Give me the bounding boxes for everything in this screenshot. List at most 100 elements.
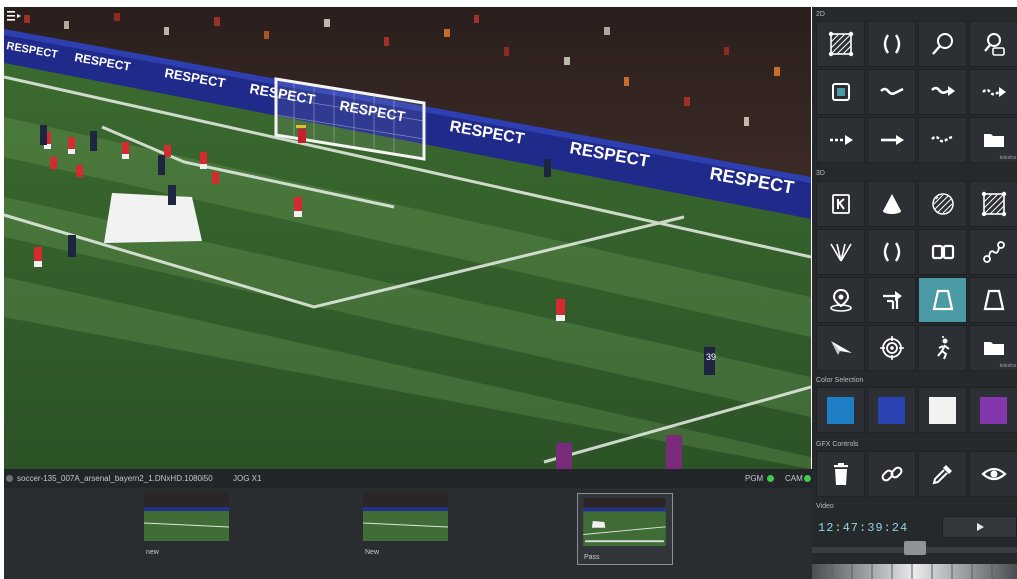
color-swatch-fill [929,396,956,424]
parentheses-icon [883,242,900,262]
cam-status-icon [804,475,811,482]
clip-item[interactable]: new [143,493,230,556]
section-label-video: Video [816,503,834,510]
color-swatch-purple[interactable] [969,387,1017,433]
video-viewport[interactable]: RESPECT RESPECT RESPECT RESPECT RESPECT … [4,7,811,469]
tool-paper-plane[interactable] [816,325,865,371]
parentheses-icon [883,34,900,54]
clip-label: Pass [584,554,600,561]
target-crosshair-icon [879,336,904,360]
menu-button[interactable] [7,9,25,23]
solid-arrow-icon [880,135,904,145]
tool-magnifier[interactable] [918,21,967,67]
tool-hatched-area[interactable] [816,21,865,67]
clip-label: New [365,549,380,556]
color-swatch-blue[interactable] [867,387,916,433]
tool-stairs-arrow[interactable] [867,277,916,323]
tool-dashed-wavy-arrow[interactable] [969,69,1017,115]
section-label-color-selection: Color Selection [816,377,864,384]
tool-target[interactable] [867,325,916,371]
section-label-gfx-controls: GFX Controls [816,441,859,448]
status-row: soccer-135_007A_arsenal_bayern2_1.DNxHD.… [4,469,812,488]
tool-dashed-curve[interactable] [918,117,967,163]
tool-fan-lines[interactable] [816,229,865,275]
tool-solid-arrow[interactable] [867,117,916,163]
telestration-zone[interactable] [104,193,202,243]
tool-hatched-circle[interactable] [918,181,967,227]
running-player-icon [936,336,950,360]
color-swatch-white[interactable] [918,387,967,433]
graphics-tool-panel: 2D 3D Color Selection GFX Controls Video [812,7,1017,579]
clip-item[interactable]: New [362,493,449,556]
tool-dashed-arrow[interactable] [816,117,865,163]
color-swatch-fill [827,396,854,424]
jog-shuttle-strip[interactable] [812,564,1017,579]
cone-icon [882,194,901,214]
link-graphic-button[interactable] [867,451,916,497]
toggle-visibility-button[interactable] [969,451,1017,497]
tool-wavy-line[interactable] [867,69,916,115]
eye-icon [980,467,1007,481]
folder-icon [983,342,1004,355]
tool-circle-3d[interactable] [867,229,916,275]
hatched-square-icon [981,191,1006,217]
tool-location-pin[interactable] [816,277,865,323]
folder-caption: telestra [999,155,1016,161]
magnifier-icon [931,33,953,55]
magnifier-window-icon [983,33,1005,56]
tool-trapezoid-outline[interactable] [969,277,1017,323]
eyedropper-icon [932,465,952,485]
record-indicator-icon [6,475,13,482]
dashed-arrow-icon [829,135,853,145]
tool-running-player[interactable] [918,325,967,371]
play-button[interactable] [942,516,1017,538]
tool-keyframe[interactable] [816,181,865,227]
tool-wavy-arrow[interactable] [918,69,967,115]
delete-graphic-button[interactable] [816,451,865,497]
paper-plane-icon [830,341,852,355]
chain-link-icon [881,466,902,482]
stairs-arrow-icon [882,291,902,309]
slider-thumb[interactable] [904,541,926,555]
section-label-3d: 3D [816,170,825,177]
double-box-icon [931,244,954,260]
tool-trapezoid-selected[interactable] [918,277,967,323]
eyedropper-button[interactable] [918,451,967,497]
wavy-line-icon [879,87,904,95]
section-label-2d: 2D [816,11,825,18]
folder-caption: telestra [999,363,1016,369]
timecode-display: 12:47:39:24 [818,521,909,535]
tool-cone[interactable] [867,181,916,227]
clip-thumbnail [583,498,666,546]
trapezoid-icon [932,289,953,311]
tool-magnifier-window[interactable] [969,21,1017,67]
color-swatch-light-blue[interactable] [816,387,865,433]
node-link-icon [982,241,1005,263]
dashed-wavy-arrow-icon [981,87,1006,97]
clip-thumbnail [362,493,449,541]
svg-text:39: 39 [706,352,716,362]
tool-circle-highlight[interactable] [867,21,916,67]
tool-framed-square[interactable] [816,69,865,115]
hatched-square-icon [828,31,853,57]
hamburger-menu-icon [7,11,21,21]
clip-item-selected[interactable]: Pass [577,493,673,565]
cam-label: CAM [785,474,803,483]
tool-hatched-square-3d[interactable] [969,181,1017,227]
tool-folder-2d[interactable]: telestra [969,117,1017,163]
tool-folder-3d[interactable]: telestra [969,325,1017,371]
color-swatch-fill [878,396,905,424]
wavy-arrow-icon [930,86,955,96]
pgm-label: PGM [745,474,764,483]
clip-file-name: soccer-135_007A_arsenal_bayern2_1.DNxHD.… [17,474,213,483]
hatched-circle-icon [931,193,954,215]
jog-speed: JOG X1 [233,474,262,483]
trash-icon [833,463,848,485]
location-pin-icon [829,288,852,312]
fan-lines-icon [829,243,852,262]
trapezoid-outline-icon [983,289,1004,311]
tool-node-link[interactable] [969,229,1017,275]
framed-square-icon [831,83,850,101]
pgm-status-icon [767,475,774,482]
tool-double-box[interactable] [918,229,967,275]
